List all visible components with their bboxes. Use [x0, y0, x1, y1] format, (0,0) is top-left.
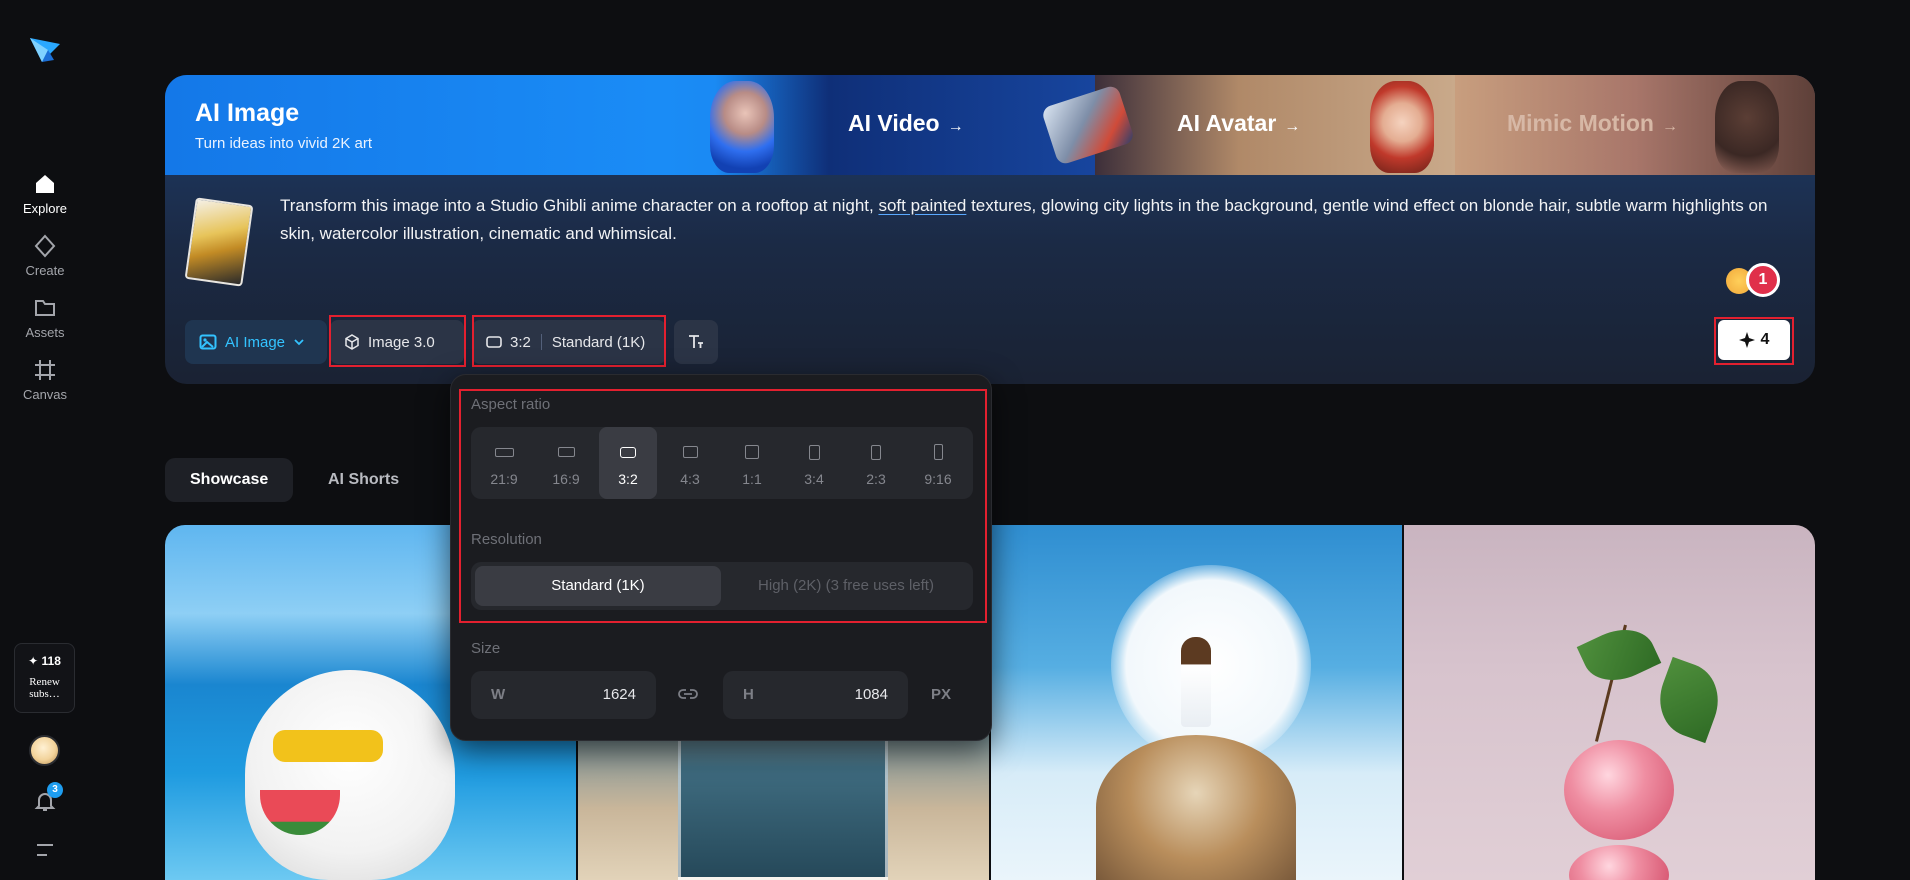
- canvas-grid-icon: [35, 360, 55, 380]
- resolution-option-high[interactable]: High (2K) (3 free uses left): [723, 566, 969, 606]
- link-aspect-icon[interactable]: [677, 685, 699, 703]
- sidebar-item-label: Explore: [22, 201, 68, 216]
- height-value: 1084: [854, 686, 888, 703]
- page-title: AI Image: [195, 99, 300, 127]
- tab-showcase[interactable]: Showcase: [165, 458, 294, 502]
- ratio-16-9-icon: [557, 447, 575, 457]
- ratio-option-2-3[interactable]: 2:3: [847, 427, 905, 499]
- generate-button[interactable]: 4: [1718, 320, 1790, 360]
- credits-renew-box[interactable]: ✦ 118 Renew subs…: [14, 643, 75, 713]
- image-mode-icon: [199, 334, 217, 350]
- ratio-option-4-3[interactable]: 4:3: [661, 427, 719, 499]
- tab-ai-shorts[interactable]: AI Shorts: [303, 458, 424, 502]
- ratio-option-21-9[interactable]: 21:9: [475, 427, 533, 499]
- ratio-4-3-icon: [682, 446, 698, 458]
- model-selector[interactable]: Image 3.0: [330, 320, 464, 364]
- sidebar-item-assets[interactable]: Assets: [0, 296, 90, 340]
- mode-selector[interactable]: AI Image: [185, 320, 327, 364]
- ratio-resolution-selector[interactable]: 3:2 Standard (1K): [472, 320, 666, 364]
- page-subtitle: Turn ideas into vivid 2K art: [195, 135, 373, 152]
- ratio-2-3-icon: [871, 444, 881, 460]
- ratio-3-2-icon: [620, 446, 636, 458]
- renew-subscription-link[interactable]: Renew subs…: [15, 676, 74, 700]
- ratio-3-4-icon: [808, 444, 820, 460]
- diamond-icon: [34, 234, 56, 258]
- size-label: Size: [471, 640, 501, 657]
- aspect-ratio-options: 21:9 16:9 3:2 4:3 1:1 3:4 2:3 9:16: [471, 427, 973, 499]
- resolution-option-standard[interactable]: Standard (1K): [475, 566, 721, 606]
- promo-mimic-motion[interactable]: Mimic Motion →: [1507, 110, 1678, 137]
- width-value: 1624: [602, 686, 636, 703]
- folder-icon: [35, 300, 55, 316]
- sidebar-item-create[interactable]: Create: [0, 234, 90, 278]
- ratio-option-3-4[interactable]: 3:4: [785, 427, 843, 499]
- aspect-ratio-label: Aspect ratio: [471, 396, 551, 413]
- gallery-item-cloud-cat[interactable]: [991, 525, 1402, 880]
- ratio-option-16-9[interactable]: 16:9: [537, 427, 595, 499]
- app-logo-icon[interactable]: [28, 32, 62, 66]
- arrow-right-icon: →: [947, 118, 964, 135]
- height-field[interactable]: H 1084: [723, 671, 908, 719]
- unit-label: PX: [931, 686, 952, 703]
- ratio-9-16-icon: [933, 444, 943, 460]
- prompt-input[interactable]: Transform this image into a Studio Ghibl…: [280, 192, 1780, 248]
- chevron-down-icon: [294, 339, 304, 346]
- home-icon: [36, 175, 54, 193]
- sidebar-item-explore[interactable]: Explore: [0, 172, 90, 216]
- red-hair-avatar: [1370, 81, 1434, 173]
- ratio-resolution-dropdown: Aspect ratio 21:9 16:9 3:2 4:3 1:1 3:4 2…: [450, 374, 992, 741]
- sidebar-item-label: Create: [25, 263, 65, 278]
- notification-badge: 3: [47, 782, 63, 798]
- ratio-icon: [486, 336, 502, 348]
- gallery-item-cherry[interactable]: [1404, 525, 1815, 880]
- arrow-right-icon: →: [1661, 118, 1678, 135]
- text-style-button[interactable]: [674, 320, 718, 364]
- resolution-label: Resolution: [471, 531, 542, 548]
- arrow-right-icon: →: [1284, 118, 1301, 135]
- ratio-option-9-16[interactable]: 9:16: [909, 427, 967, 499]
- sidebar: Explore Create Assets Canvas ✦ 118 Renew…: [0, 0, 90, 880]
- sidebar-item-label: Assets: [25, 325, 65, 340]
- sidebar-item-label: Canvas: [22, 387, 68, 402]
- resolution-options: Standard (1K) High (2K) (3 free uses lef…: [471, 562, 973, 610]
- cube-icon: [345, 334, 359, 350]
- avatar[interactable]: [29, 735, 60, 766]
- ai-image-card: AI Image Turn ideas into vivid 2K art AI…: [165, 75, 1815, 384]
- reaction-count: 1: [1746, 263, 1780, 297]
- ratio-1-1-icon: [745, 445, 759, 459]
- reference-image-thumbnail[interactable]: [184, 197, 254, 287]
- width-field[interactable]: W 1624: [471, 671, 656, 719]
- sidebar-item-canvas[interactable]: Canvas: [0, 358, 90, 402]
- dancer-silhouette: [1715, 81, 1779, 173]
- text-format-icon: [689, 335, 703, 348]
- ratio-option-1-1[interactable]: 1:1: [723, 427, 781, 499]
- blue-hair-portrait: [710, 81, 774, 173]
- credit-count: ✦ 118: [28, 654, 61, 668]
- sparkle-icon: [1738, 332, 1755, 348]
- ratio-option-3-2[interactable]: 3:2: [599, 427, 657, 499]
- promo-ai-video[interactable]: AI Video →: [848, 110, 964, 137]
- promo-ai-avatar[interactable]: AI Avatar →: [1177, 110, 1300, 137]
- menu-icon[interactable]: [36, 842, 54, 858]
- ratio-21-9-icon: [494, 447, 514, 457]
